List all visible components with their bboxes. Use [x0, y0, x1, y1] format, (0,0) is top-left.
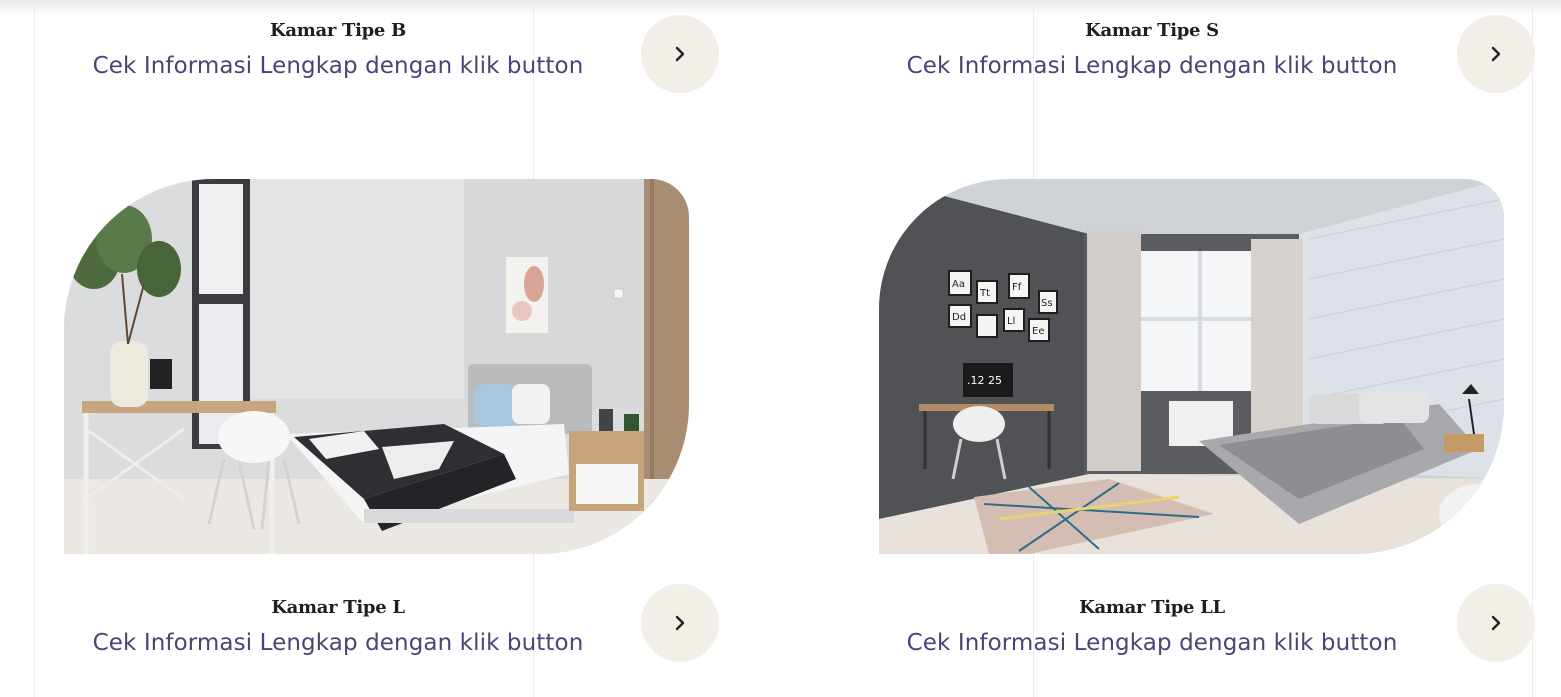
view-detail-button[interactable] — [641, 584, 719, 662]
art-letter: Dd — [952, 312, 966, 323]
chevron-right-icon — [1491, 46, 1501, 62]
card-title: Kamar Tipe B — [270, 20, 406, 41]
art-letter: Ee — [1032, 326, 1044, 337]
top-shadow — [0, 0, 1561, 16]
card-title: Kamar Tipe S — [1085, 20, 1219, 41]
card-subtitle: Cek Informasi Lengkap dengan klik button — [92, 53, 584, 79]
card-subtitle: Cek Informasi Lengkap dengan klik button — [906, 53, 1398, 79]
art-letter: Ff — [1012, 282, 1022, 293]
card-subtitle: Cek Informasi Lengkap dengan klik button — [906, 630, 1398, 656]
clock-display: .12 25 — [967, 374, 1002, 387]
room-photo-tipe-ll[interactable]: Aa Tt Ff Ss Dd Ll Ee .12 25 — [879, 179, 1504, 554]
chevron-right-icon — [675, 615, 685, 631]
card-subtitle: Cek Informasi Lengkap dengan klik button — [92, 630, 584, 656]
card-title: Kamar Tipe LL — [1079, 597, 1225, 618]
room-photo-tipe-l[interactable] — [64, 179, 689, 554]
art-letter: Aa — [952, 279, 965, 290]
card-title: Kamar Tipe L — [271, 597, 405, 618]
chevron-right-icon — [1491, 615, 1501, 631]
view-detail-button[interactable] — [1457, 15, 1535, 93]
art-letter: Ss — [1041, 298, 1053, 309]
grid-line — [34, 0, 35, 697]
art-letter: Ll — [1007, 316, 1015, 327]
view-detail-button[interactable] — [641, 15, 719, 93]
view-detail-button[interactable] — [1457, 584, 1535, 662]
art-letter: Tt — [979, 288, 990, 299]
grid-line — [1532, 0, 1533, 697]
chevron-right-icon — [675, 46, 685, 62]
